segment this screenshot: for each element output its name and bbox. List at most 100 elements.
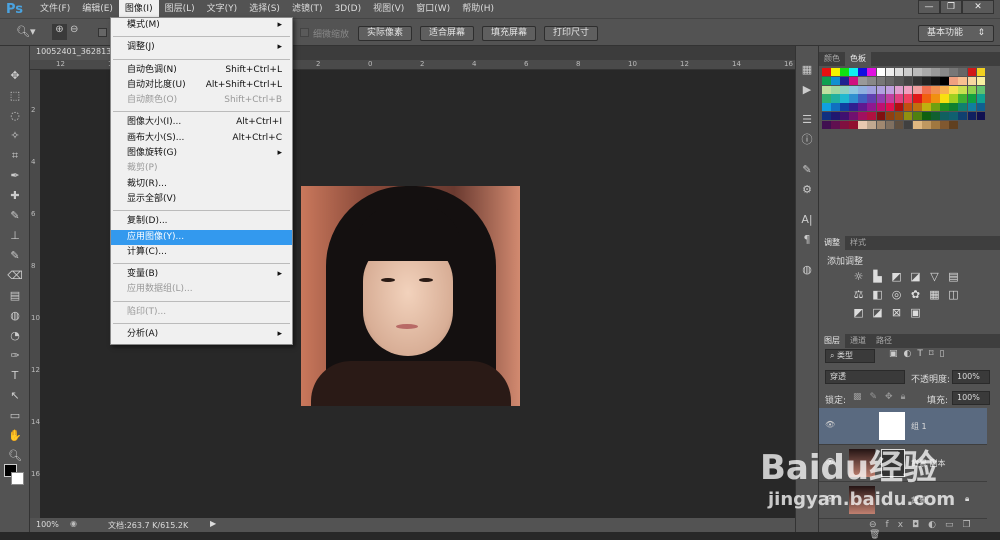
color-swatch[interactable] — [858, 85, 867, 94]
color-swatch[interactable] — [840, 85, 849, 94]
menu-9[interactable]: 窗口(W) — [410, 0, 456, 18]
color-swatch[interactable] — [894, 120, 904, 130]
color-swatch[interactable] — [949, 85, 958, 94]
color-swatch[interactable] — [822, 111, 831, 121]
color-swatch[interactable] — [967, 76, 977, 86]
menu-1[interactable]: 编辑(E) — [76, 0, 119, 18]
menu-item[interactable]: 陷印(T)... — [111, 305, 292, 320]
status-arrow-icon[interactable]: ▶ — [210, 519, 216, 528]
color-swatch[interactable] — [949, 68, 958, 77]
adjustment-icon[interactable]: ▦ — [925, 288, 944, 306]
menu-item[interactable]: 应用图像(Y)... — [111, 229, 292, 245]
menu-item[interactable]: 变量(B) ▸ — [111, 267, 292, 282]
menu-6[interactable]: 滤镜(T) — [286, 0, 329, 18]
color-swatch[interactable] — [876, 111, 886, 121]
zoom-out-icon[interactable]: ⊖ — [70, 24, 78, 35]
color-swatch[interactable] — [922, 94, 931, 103]
color-swatch[interactable] — [876, 76, 886, 86]
tool-icon-17[interactable]: ▭ — [4, 406, 26, 425]
lock-icons[interactable]: ▩✎✥🔒︎ — [853, 392, 913, 402]
color-swatch[interactable] — [831, 94, 840, 103]
adjustment-icon[interactable]: ◎ — [887, 288, 906, 306]
color-swatch[interactable] — [885, 76, 895, 86]
menu-item[interactable]: 应用数据组(L)... — [111, 282, 292, 297]
color-swatch[interactable] — [903, 76, 913, 86]
menu-item[interactable]: 自动对比度(U) Alt+Shift+Ctrl+L — [111, 78, 292, 93]
color-swatch[interactable] — [885, 68, 895, 77]
menu-item[interactable]: 复制(D)... — [111, 214, 292, 229]
menu-item[interactable]: 自动颜色(O) Shift+Ctrl+B — [111, 93, 292, 108]
color-swatch[interactable] — [912, 120, 922, 130]
adjustment-icon[interactable]: ◪ — [868, 306, 887, 324]
color-swatch[interactable] — [958, 103, 967, 112]
resize-windows-checkbox[interactable] — [98, 28, 107, 37]
tool-icon-14[interactable]: ✑ — [4, 346, 26, 365]
menu-item[interactable]: 模式(M) ▸ — [111, 18, 292, 33]
color-swatch[interactable] — [931, 85, 940, 94]
clone-source-icon[interactable]: ⚙ — [796, 180, 818, 200]
menu-item[interactable]: 裁剪(P) — [111, 161, 292, 176]
color-swatch[interactable] — [949, 76, 958, 86]
zoom-tool-icon[interactable]: 🔍︎▾ — [16, 25, 36, 38]
adjustment-icon[interactable]: ✿ — [906, 288, 925, 306]
adjustment-icon[interactable]: ▽ — [925, 270, 944, 288]
workspace-select[interactable]: 基本功能 ⇕ — [918, 25, 994, 42]
layers-bottom-icon[interactable]: fx — [886, 520, 913, 530]
adjustment-icon[interactable]: ▤ — [944, 270, 963, 288]
paragraph-icon[interactable]: ¶ — [796, 230, 818, 250]
tool-icon-3[interactable]: ✧ — [4, 126, 26, 145]
color-swatch[interactable] — [931, 111, 940, 121]
minimize-button[interactable]: — — [918, 0, 940, 14]
tab-color[interactable]: 颜色 — [819, 52, 845, 66]
color-swatch[interactable] — [867, 94, 877, 103]
menu-10[interactable]: 帮助(H) — [456, 0, 500, 18]
adjustment-icon[interactable]: ◫ — [944, 288, 963, 306]
tool-icon-18[interactable]: ✋ — [4, 426, 26, 445]
menu-item[interactable]: 分析(A) ▸ — [111, 327, 292, 342]
print-size-button[interactable]: 打印尺寸 — [544, 26, 599, 41]
color-swatch[interactable] — [912, 76, 922, 86]
color-swatch[interactable] — [976, 68, 986, 77]
actual-pixels-button[interactable]: 实际像素 — [358, 26, 413, 41]
brush-icon[interactable]: ✎ — [796, 160, 818, 180]
color-swatch[interactable] — [885, 94, 895, 103]
color-swatch[interactable] — [822, 85, 831, 94]
color-swatch[interactable] — [867, 120, 877, 130]
color-swatch[interactable] — [958, 111, 967, 121]
tool-icon-5[interactable]: ✒ — [4, 166, 26, 185]
tab-styles[interactable]: 样式 — [845, 236, 871, 250]
color-swatch[interactable] — [912, 68, 922, 77]
color-swatch[interactable] — [876, 85, 886, 94]
tool-icon-1[interactable]: ⬚ — [4, 86, 26, 105]
layers-bottom-icon[interactable]: ◘ — [912, 520, 928, 530]
color-swatch[interactable] — [858, 103, 867, 112]
color-swatch[interactable] — [940, 85, 949, 94]
tool-icon-9[interactable]: ✎ — [4, 246, 26, 265]
color-swatch[interactable] — [849, 94, 858, 103]
color-swatch[interactable] — [831, 111, 840, 121]
color-swatch[interactable] — [885, 85, 895, 94]
layers-bottom-icon[interactable]: ▭ — [945, 520, 963, 530]
color-swatch[interactable] — [867, 111, 877, 121]
color-swatch[interactable] — [949, 120, 958, 130]
color-swatch[interactable] — [822, 94, 831, 103]
menu-item[interactable]: 裁切(R)... — [111, 177, 292, 192]
color-swatch[interactable] — [885, 103, 895, 112]
zoom-level[interactable]: 100% — [36, 520, 59, 529]
adjustment-icon[interactable]: ▣ — [906, 306, 925, 324]
color-swatch[interactable] — [940, 68, 949, 77]
color-swatch[interactable] — [840, 120, 849, 130]
color-swatch[interactable] — [903, 111, 913, 121]
color-swatch[interactable] — [831, 120, 840, 130]
properties-icon[interactable]: ☰ — [796, 110, 818, 130]
adjustment-icon[interactable]: ◩ — [849, 306, 868, 324]
color-swatch[interactable] — [876, 120, 886, 130]
menu-0[interactable]: 文件(F) — [34, 0, 76, 18]
color-swatch[interactable] — [931, 103, 940, 112]
color-swatch[interactable] — [849, 85, 858, 94]
color-swatch[interactable] — [840, 111, 849, 121]
adjustment-icon[interactable]: ◧ — [868, 288, 887, 306]
color-swatch[interactable] — [867, 68, 877, 77]
color-swatch[interactable] — [822, 76, 831, 86]
color-swatch[interactable] — [876, 68, 886, 77]
